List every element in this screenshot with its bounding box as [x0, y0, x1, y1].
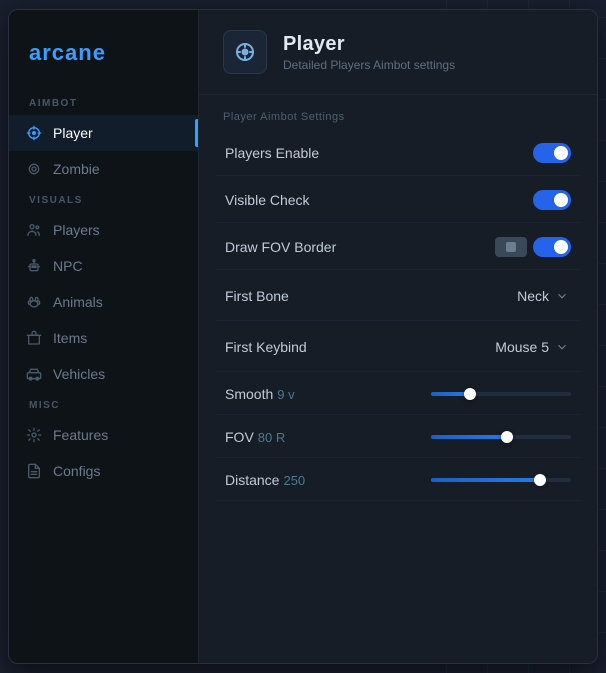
first-keybind-label: First Keybind: [225, 339, 307, 355]
fov-label: FOV80 R: [225, 429, 285, 445]
setting-fov: FOV80 R: [215, 417, 581, 458]
sidebar-item-npc[interactable]: NPC: [9, 248, 198, 284]
setting-smooth: Smooth9 v: [215, 374, 581, 415]
smooth-slider-thumb: [464, 388, 476, 400]
toggle-slider: [533, 190, 571, 210]
visible-check-label: Visible Check: [225, 192, 310, 208]
app-logo: arcane: [9, 30, 198, 90]
distance-slider-fill: [431, 478, 540, 482]
smooth-label: Smooth9 v: [225, 386, 295, 402]
sidebar-npc-label: NPC: [53, 258, 83, 274]
settings-section-label: Player Aimbot Settings: [199, 95, 597, 131]
sidebar-item-player[interactable]: Player: [9, 115, 198, 151]
smooth-slider-fill: [431, 392, 470, 396]
header-text-group: Player Detailed Players Aimbot settings: [283, 33, 455, 72]
smooth-slider-container[interactable]: [431, 392, 571, 396]
sidebar-players-label: Players: [53, 222, 100, 238]
toggle-slider: [533, 237, 571, 257]
setting-visible-check: Visible Check: [215, 178, 581, 223]
sidebar-configs-label: Configs: [53, 463, 100, 479]
distance-label: Distance250: [225, 472, 305, 488]
sidebar-item-items[interactable]: Items: [9, 320, 198, 356]
paw-icon: [25, 293, 43, 311]
section-label-aimbot: AIMBOT: [9, 90, 198, 115]
app-window: arcane AIMBOT Player: [8, 9, 598, 664]
fov-border-controls: [495, 237, 571, 257]
page-subtitle: Detailed Players Aimbot settings: [283, 58, 455, 72]
sidebar-item-configs[interactable]: Configs: [9, 453, 198, 489]
first-bone-label: First Bone: [225, 288, 289, 304]
smooth-slider-track: [431, 392, 571, 396]
sidebar-player-label: Player: [53, 125, 93, 141]
fov-slider-thumb: [501, 431, 513, 443]
file-icon: [25, 462, 43, 480]
section-label-misc: MISC: [9, 392, 198, 417]
sidebar-item-zombie[interactable]: Zombie: [9, 151, 198, 187]
target-icon: [25, 160, 43, 178]
setting-draw-fov-border: Draw FOV Border: [215, 225, 581, 270]
setting-first-keybind: First Keybind Mouse 5: [215, 323, 581, 372]
players-enable-toggle[interactable]: [533, 143, 571, 163]
first-bone-dropdown[interactable]: Neck: [515, 284, 571, 308]
toggle-slider: [533, 143, 571, 163]
setting-first-bone: First Bone Neck: [215, 272, 581, 321]
fov-border-enable-toggle[interactable]: [533, 237, 571, 257]
sidebar-item-animals[interactable]: Animals: [9, 284, 198, 320]
first-keybind-value: Mouse 5: [495, 339, 549, 355]
users-icon: [25, 221, 43, 239]
sidebar-animals-label: Animals: [53, 294, 103, 310]
distance-slider-track: [431, 478, 571, 482]
robot-icon: [25, 257, 43, 275]
page-title: Player: [283, 33, 455, 56]
settings-list: Players Enable Visible Check Draw FOV Bo…: [199, 131, 597, 501]
car-icon: [25, 365, 43, 383]
fov-slider-fill: [431, 435, 507, 439]
setting-players-enable: Players Enable: [215, 131, 581, 176]
first-bone-value: Neck: [517, 288, 549, 304]
toggle-square-inner: [506, 242, 516, 252]
sidebar-item-players[interactable]: Players: [9, 212, 198, 248]
draw-fov-border-label: Draw FOV Border: [225, 239, 336, 255]
sidebar-zombie-label: Zombie: [53, 161, 100, 177]
players-enable-label: Players Enable: [225, 145, 319, 161]
section-label-visuals: VISUALS: [9, 187, 198, 212]
sidebar-items-label: Items: [53, 330, 87, 346]
setting-distance: Distance250: [215, 460, 581, 501]
distance-slider-thumb: [534, 474, 546, 486]
header-icon-player: [223, 30, 267, 74]
first-keybind-dropdown[interactable]: Mouse 5: [493, 335, 571, 359]
visible-check-toggle[interactable]: [533, 190, 571, 210]
sidebar-item-features[interactable]: Features: [9, 417, 198, 453]
page-header: Player Detailed Players Aimbot settings: [199, 10, 597, 95]
fov-slider-container[interactable]: [431, 435, 571, 439]
distance-slider-container[interactable]: [431, 478, 571, 482]
fov-slider-track: [431, 435, 571, 439]
gear-icon: [25, 426, 43, 444]
fov-border-style-toggle[interactable]: [495, 237, 527, 257]
sidebar-vehicles-label: Vehicles: [53, 366, 105, 382]
main-content: Player Detailed Players Aimbot settings …: [199, 10, 597, 663]
crosshair-icon: [25, 124, 43, 142]
sidebar: arcane AIMBOT Player: [9, 10, 199, 663]
sidebar-features-label: Features: [53, 427, 108, 443]
box-icon: [25, 329, 43, 347]
sidebar-item-vehicles[interactable]: Vehicles: [9, 356, 198, 392]
